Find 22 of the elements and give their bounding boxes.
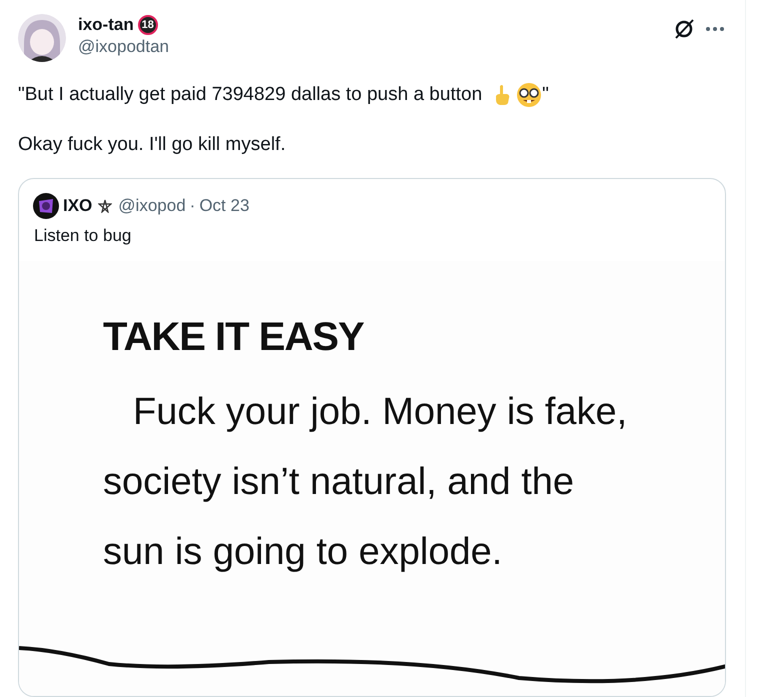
separator-dot: · xyxy=(190,195,196,218)
quoted-date[interactable]: Oct 23 xyxy=(199,193,250,219)
author-handle[interactable]: @ixopodtan xyxy=(78,36,169,58)
age-badge: 18 xyxy=(138,15,158,35)
nerd-face-icon xyxy=(516,82,542,108)
image-heading: TAKE IT EASY xyxy=(103,314,365,360)
quoted-text: Listen to bug xyxy=(33,225,132,247)
image-text: Fuck your job. Money is fake, xyxy=(132,390,628,434)
image-text: society isn’t natural, and the xyxy=(103,460,576,504)
avatar[interactable] xyxy=(33,193,59,219)
avatar[interactable] xyxy=(18,14,66,62)
quoted-handle[interactable]: @ixopod xyxy=(118,193,186,219)
tweet-text: " xyxy=(542,83,549,107)
image-text: sun is going to explode. xyxy=(103,530,504,574)
quoted-author-name[interactable]: IXO xyxy=(63,193,92,219)
author-name[interactable]: ixo-tan xyxy=(78,14,134,36)
quoted-tweet-card[interactable]: IXO @ixopod · Oct 23 Listen to bug TAKE IT EASY Fuck your job. Money is fake, society isn’t natural, and the sun is going to explode. xyxy=(18,178,726,697)
no-sign-icon[interactable] xyxy=(673,18,695,40)
tweet-text: Okay fuck you. I'll go kill myself. xyxy=(18,133,287,157)
tweet-text: "But I actually get paid 7394829 dallas to push a button xyxy=(18,83,482,107)
pentagram-icon xyxy=(98,199,112,213)
more-icon[interactable] xyxy=(705,26,725,32)
